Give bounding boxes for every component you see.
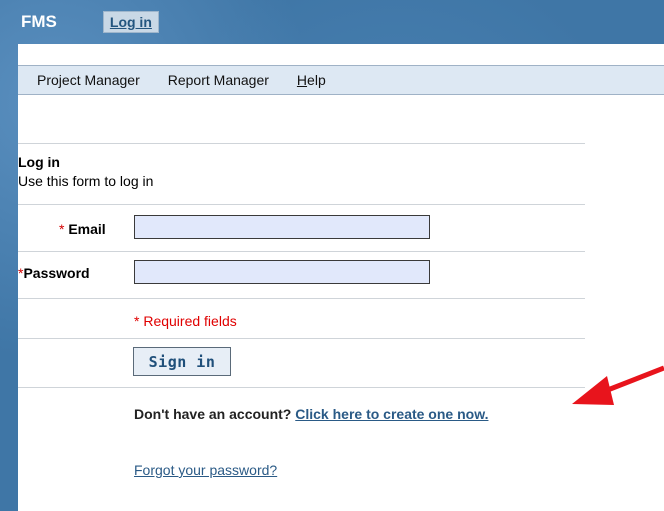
divider bbox=[18, 387, 585, 388]
divider bbox=[18, 251, 585, 252]
create-account-link[interactable]: Click here to create one now. bbox=[295, 406, 488, 422]
login-tab[interactable]: Log in bbox=[102, 11, 159, 33]
divider bbox=[18, 338, 585, 339]
required-fields-note: * Required fields bbox=[134, 313, 237, 329]
menu-bar: Project Manager Report Manager Help bbox=[18, 65, 664, 95]
password-label: *Password bbox=[18, 265, 90, 281]
divider bbox=[18, 143, 585, 144]
brand-logo: FMS bbox=[21, 12, 57, 31]
sign-in-button[interactable]: Sign in bbox=[133, 347, 231, 376]
divider bbox=[18, 204, 585, 205]
main-panel: Project Manager Report Manager Help Log … bbox=[18, 44, 664, 511]
menu-help[interactable]: Help bbox=[297, 72, 326, 88]
email-input[interactable] bbox=[134, 215, 430, 239]
form-title: Log in bbox=[18, 154, 60, 170]
form-subtitle: Use this form to log in bbox=[18, 173, 154, 189]
menu-project-manager[interactable]: Project Manager bbox=[37, 72, 140, 88]
divider bbox=[18, 298, 585, 299]
email-label: * Email bbox=[59, 221, 106, 237]
forgot-password-link[interactable]: Forgot your password? bbox=[134, 462, 277, 478]
password-input[interactable] bbox=[134, 260, 430, 284]
top-header: FMS Log in bbox=[0, 0, 664, 44]
create-account-prompt: Don't have an account? Click here to cre… bbox=[134, 406, 489, 422]
menu-report-manager[interactable]: Report Manager bbox=[168, 72, 269, 88]
